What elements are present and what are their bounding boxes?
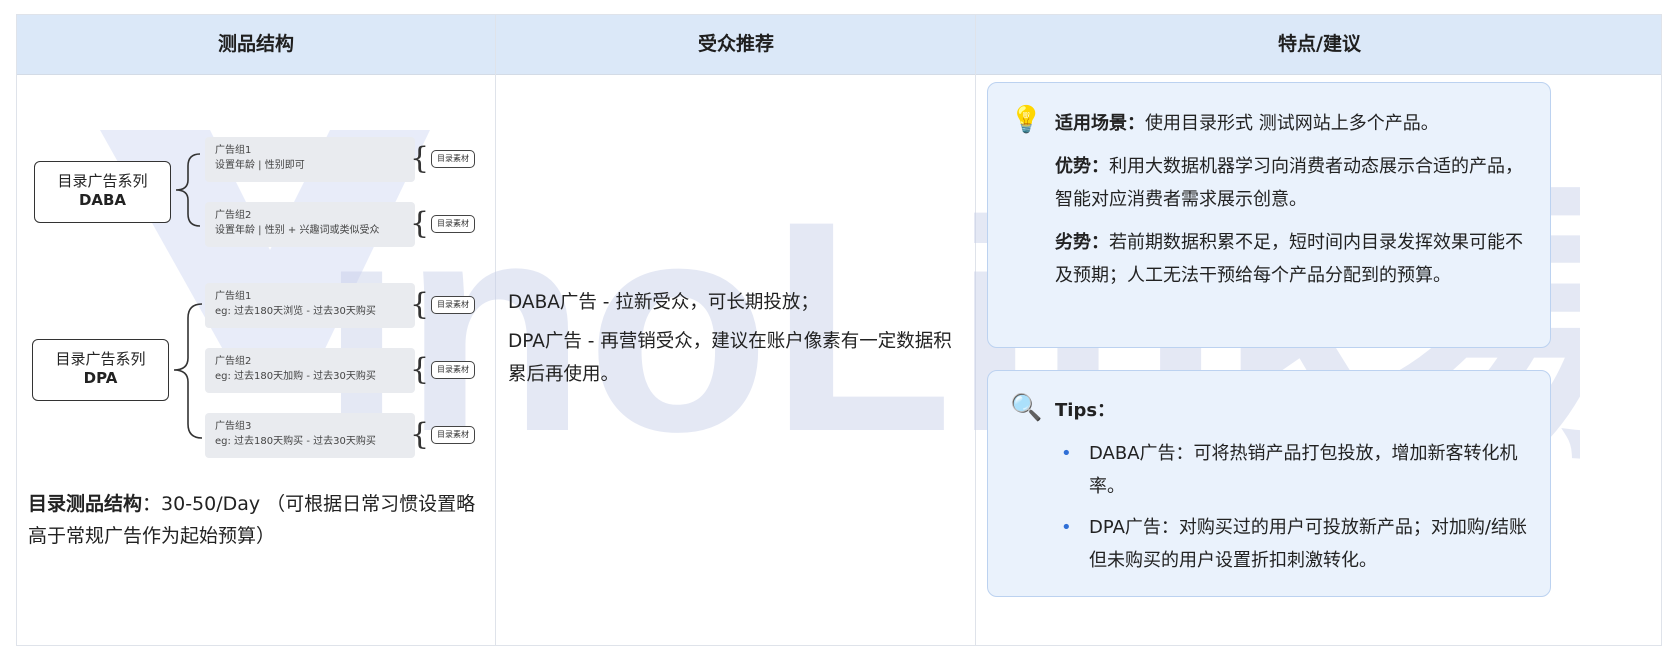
ad-group-title: 广告组3: [215, 421, 252, 432]
daba-ad-group-1: 广告组1 设置年龄 | 性别即可: [205, 137, 415, 182]
disadvantage-text: 若前期数据积累不足，短时间内目录发挥效果可能不及预期；人工无法干预给每个产品分配…: [1055, 232, 1523, 286]
tips-title-text: Tips：: [1055, 400, 1116, 421]
brace-icon: {: [410, 287, 430, 322]
daba-brace: [175, 153, 201, 227]
daba-series-name: DABA: [78, 191, 127, 209]
dpa-ad-group-1: 广告组1 eg: 过去180天浏览 - 过去30天购买: [205, 283, 415, 328]
dpa-ad-group-2: 广告组2 eg: 过去180天加购 - 过去30天购买: [205, 348, 415, 393]
bullet-icon: •: [1061, 443, 1072, 464]
advantage-text: 利用大数据机器学习向消费者动态展示合适的产品，智能对应消费者需求展示创意。: [1055, 156, 1523, 210]
ad-group-title: 广告组1: [215, 291, 252, 302]
daba-series-label: 目录广告系列: [57, 172, 148, 190]
daba-series-box: 目录广告系列 DABA: [34, 161, 171, 223]
catalog-creative-chip: 目录素材: [431, 361, 475, 379]
dpa-brace: [173, 303, 203, 439]
header-features: 特点/建议: [1278, 33, 1361, 55]
tips-title: Tips：: [1055, 394, 1115, 427]
ad-group-desc: eg: 过去180天浏览 - 过去30天购买: [215, 306, 376, 317]
ad-group-desc: 设置年龄 | 性别即可: [215, 160, 305, 171]
brace-icon: {: [410, 352, 430, 387]
audience-recommendation: DABA广告 - 拉新受众，可长期投放； DPA广告 - 再营销受众，建议在账户…: [508, 286, 963, 397]
ad-group-desc: eg: 过去180天购买 - 过去30天购买: [215, 436, 376, 447]
dpa-series-name: DPA: [83, 369, 118, 387]
brace-icon: {: [410, 141, 430, 176]
dpa-series-label: 目录广告系列: [55, 350, 146, 368]
column-divider: [495, 15, 496, 645]
disadvantage-paragraph: 劣势：若前期数据积累不足，短时间内目录发挥效果可能不及预期；人工无法干预给每个产…: [1055, 226, 1525, 292]
ad-group-desc: 设置年龄 | 性别 + 兴趣词或类似受众: [215, 225, 380, 236]
brace-icon: {: [410, 206, 430, 241]
advantage-label: 优势：: [1055, 156, 1109, 177]
catalog-structure-note: 目录测品结构：30-50/Day （可根据日常习惯设置略高于常规广告作为起始预算…: [28, 488, 483, 552]
brace-icon: {: [410, 417, 430, 452]
scenario-text: 使用目录形式 测试网站上多个产品。: [1145, 113, 1439, 134]
bullet-icon: •: [1061, 517, 1072, 538]
dpa-series-box: 目录广告系列 DPA: [32, 339, 169, 401]
scenario-label: 适用场景：: [1055, 113, 1145, 134]
lightbulb-icon: 💡: [1010, 105, 1043, 135]
header-structure: 测品结构: [217, 33, 294, 55]
disadvantage-label: 劣势：: [1055, 232, 1109, 253]
ad-group-title: 广告组1: [215, 145, 252, 156]
magnifier-icon: 🔍: [1010, 393, 1043, 423]
tip-item-dpa: • DPA广告：对购买过的用户可投放新产品；对加购/结账但未购买的用户设置折扣刺…: [1061, 511, 1529, 577]
ad-group-title: 广告组2: [215, 356, 252, 367]
tip-text: DABA广告：可将热销产品打包投放，增加新客转化机率。: [1089, 443, 1518, 497]
catalog-creative-chip: 目录素材: [431, 150, 475, 168]
audience-dpa: DPA广告 - 再营销受众，建议在账户像素有一定数据积累后再使用。: [508, 331, 952, 385]
daba-ad-group-2: 广告组2 设置年龄 | 性别 + 兴趣词或类似受众: [205, 202, 415, 247]
table-header: 测品结构 受众推荐 特点/建议: [17, 15, 1661, 75]
note-label: 目录测品结构: [28, 493, 143, 515]
ad-group-title: 广告组2: [215, 210, 252, 221]
scenario-paragraph: 适用场景：使用目录形式 测试网站上多个产品。: [1055, 107, 1535, 140]
audience-daba: DABA广告 - 拉新受众，可长期投放；: [508, 292, 819, 313]
header-audience: 受众推荐: [697, 33, 774, 55]
advantage-paragraph: 优势：利用大数据机器学习向消费者动态展示合适的产品，智能对应消费者需求展示创意。: [1055, 150, 1525, 216]
column-divider: [975, 15, 976, 645]
catalog-creative-chip: 目录素材: [431, 215, 475, 233]
tip-text: DPA广告：对购买过的用户可投放新产品；对加购/结账但未购买的用户设置折扣刺激转…: [1089, 517, 1527, 571]
dpa-ad-group-3: 广告组3 eg: 过去180天购买 - 过去30天购买: [205, 413, 415, 458]
catalog-creative-chip: 目录素材: [431, 426, 475, 444]
tip-item-daba: • DABA广告：可将热销产品打包投放，增加新客转化机率。: [1061, 437, 1529, 503]
catalog-creative-chip: 目录素材: [431, 296, 475, 314]
ad-group-desc: eg: 过去180天加购 - 过去30天购买: [215, 371, 376, 382]
